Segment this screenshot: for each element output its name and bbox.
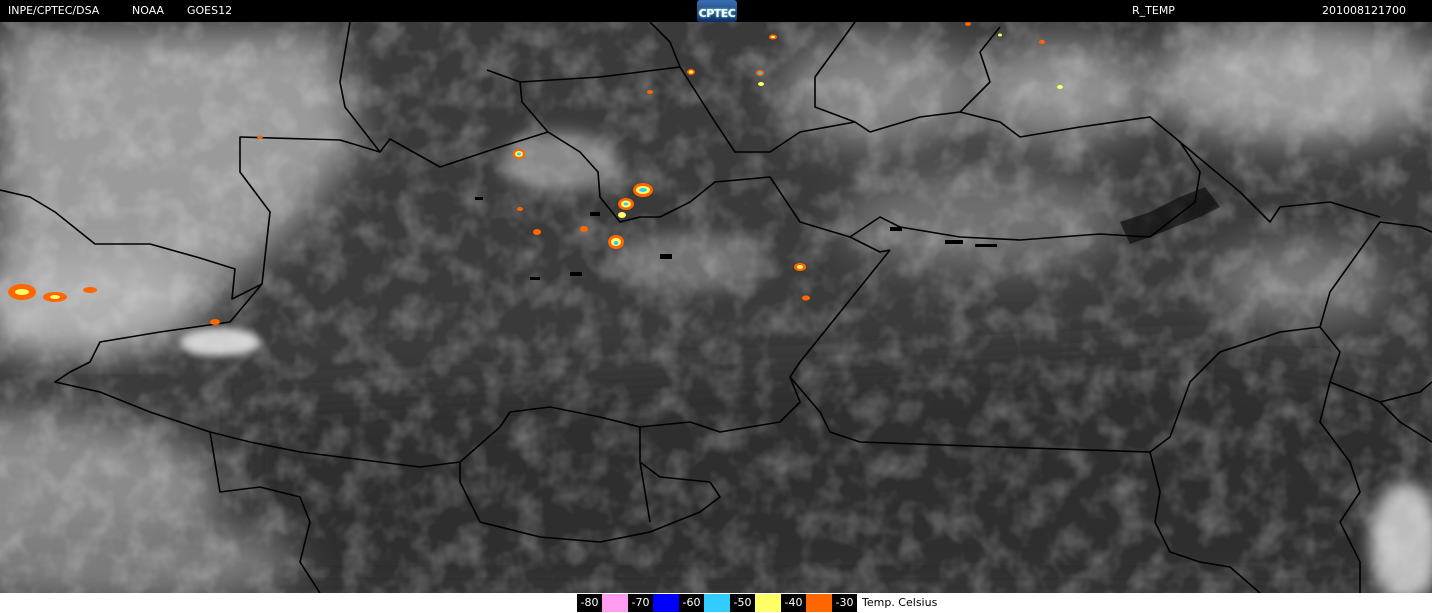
cloud-texture (0, 22, 1432, 593)
cptec-logo: CPTEC (697, 0, 737, 22)
org-label: INPE/CPTEC/DSA (8, 4, 100, 17)
legend-label-0: -80 (577, 594, 602, 612)
agency-label: NOAA (132, 4, 165, 17)
legend-unit: Temp. Celsius (857, 594, 943, 612)
timestamp-label: 201008121700 (1322, 4, 1406, 17)
satellite-image (0, 21, 1432, 602)
legend-swatch-0 (602, 594, 628, 612)
satellite-map (0, 21, 1432, 602)
satellite-label: GOES12 (187, 4, 233, 17)
legend-swatch-1 (653, 594, 679, 612)
header-bar: INPE/CPTEC/DSA NOAA GOES12 CPTEC R_TEMP … (0, 0, 1432, 22)
legend-swatch-3 (755, 594, 781, 612)
legend-label-3: -50 (730, 594, 755, 612)
legend-label-2: -60 (679, 594, 704, 612)
legend-label-4: -40 (781, 594, 806, 612)
temperature-legend: -80 -70 -60 -50 -40 -30 Temp. Celsius (577, 594, 943, 612)
legend-label-5: -30 (832, 594, 857, 612)
legend-swatch-4 (806, 594, 832, 612)
legend-label-1: -70 (628, 594, 653, 612)
legend-swatch-2 (704, 594, 730, 612)
product-label: R_TEMP (1132, 4, 1175, 17)
